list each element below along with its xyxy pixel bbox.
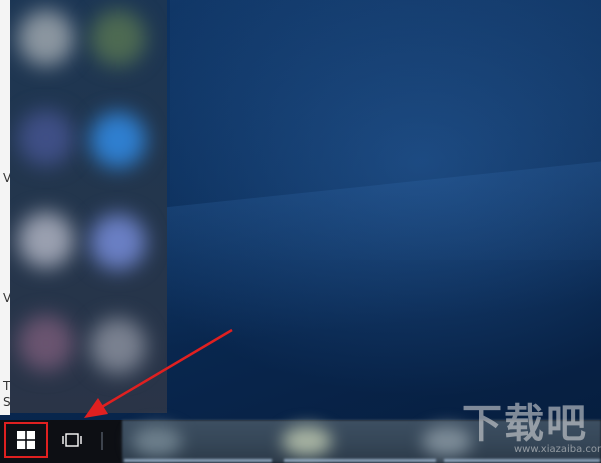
blurred-app	[132, 426, 182, 456]
start-menu-panel	[10, 0, 167, 413]
app-indicator	[124, 459, 272, 462]
window-left-edge: V V T S	[0, 0, 11, 415]
task-view-icon	[62, 433, 82, 447]
blurred-tile[interactable]	[90, 112, 146, 168]
blurred-tile[interactable]	[90, 10, 146, 66]
taskbar-separator	[101, 432, 103, 450]
task-view-button[interactable]	[55, 422, 89, 458]
blurred-tile[interactable]	[18, 10, 74, 66]
app-indicator	[284, 459, 436, 462]
blurred-tile[interactable]	[18, 212, 74, 268]
taskbar	[0, 420, 601, 463]
blurred-tile[interactable]	[18, 315, 74, 371]
windows-logo-icon	[17, 431, 35, 449]
start-button[interactable]	[4, 422, 48, 458]
app-indicator	[444, 459, 600, 462]
blurred-tile[interactable]	[90, 214, 146, 270]
taskbar-apps-area[interactable]	[122, 420, 601, 463]
blurred-tile[interactable]	[90, 318, 146, 374]
blurred-app	[282, 426, 332, 456]
blurred-tile[interactable]	[18, 110, 74, 166]
blurred-app	[422, 426, 472, 456]
